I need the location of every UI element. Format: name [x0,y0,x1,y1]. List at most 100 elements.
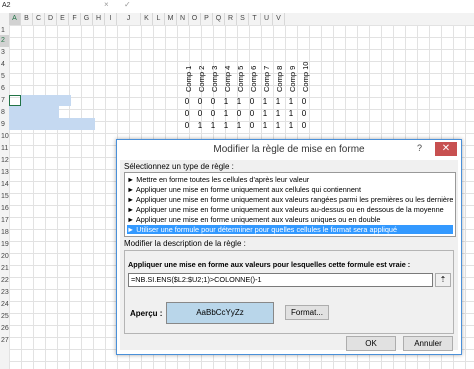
column-header-A[interactable]: A [9,13,21,25]
column-header-S[interactable]: S [237,13,249,25]
sheet-cell[interactable]: 1 [233,121,245,130]
sheet-cell[interactable]: 0 [194,97,206,106]
row-header-3[interactable]: 3 [0,47,9,59]
rule-type-item[interactable]: ► Utiliser une formule pour déterminer p… [127,225,453,234]
sheet-cell[interactable]: 0 [181,97,193,106]
comp-header-text: Comp 5 [236,65,245,92]
sheet-cell[interactable]: 1 [285,97,297,106]
sheet-cell[interactable]: 1 [259,109,271,118]
row-header-13[interactable]: 13 [0,167,9,179]
row-header-10[interactable]: 10 [0,131,9,143]
sheet-cell[interactable]: 0 [233,109,245,118]
preview-box: AaBbCcYyZz [166,302,274,324]
row-header-11[interactable]: 11 [0,143,9,155]
comp-header-2: Comp 2 [194,27,206,93]
sheet-cell[interactable]: 0 [207,109,219,118]
sheet-cell[interactable]: 0 [207,97,219,106]
row-header-14[interactable]: 14 [0,179,9,191]
formula-label: Appliquer une mise en forme aux valeurs … [128,260,411,269]
row-header-21[interactable]: 21 [0,263,9,275]
column-header-L[interactable]: L [153,13,165,25]
sheet-cell[interactable]: 0 [298,97,310,106]
sheet-cell[interactable]: 0 [298,121,310,130]
format-button[interactable]: Format... [285,305,329,320]
rule-type-list[interactable]: ► Mettre en forme toutes les cellules d'… [124,172,456,237]
active-cell[interactable] [9,95,21,106]
column-header-O[interactable]: O [189,13,201,25]
sheet-cell[interactable]: 1 [233,97,245,106]
row-header-17[interactable]: 17 [0,215,9,227]
row-header-15[interactable]: 15 [0,191,9,203]
rule-type-item[interactable]: ► Appliquer une mise en forme uniquement… [127,215,453,224]
column-header-R[interactable]: R [225,13,237,25]
row-header-6[interactable]: 6 [0,83,9,95]
sheet-cell[interactable]: 1 [285,121,297,130]
sheet-cell[interactable]: 1 [220,109,232,118]
row-header-22[interactable]: 22 [0,275,9,287]
row-header-18[interactable]: 18 [0,227,9,239]
sheet-cell[interactable]: 1 [207,121,219,130]
row-header-19[interactable]: 19 [0,239,9,251]
column-header-B[interactable]: B [21,13,33,25]
row-header-23[interactable]: 23 [0,287,9,299]
confirm-entry-icon[interactable]: ✓ [124,0,131,9]
column-header-U[interactable]: U [261,13,273,25]
column-header-K[interactable]: K [141,13,153,25]
row-header-5[interactable]: 5 [0,71,9,83]
sheet-cell[interactable]: 1 [272,109,284,118]
row-header-24[interactable]: 24 [0,299,9,311]
row-header-20[interactable]: 20 [0,251,9,263]
row-header-25[interactable]: 25 [0,311,9,323]
sheet-cell[interactable]: 1 [220,121,232,130]
column-header-E[interactable]: E [57,13,69,25]
cancel-button[interactable]: Annuler [403,336,453,351]
column-header-P[interactable]: P [201,13,213,25]
column-header-H[interactable]: H [93,13,105,25]
row-header-12[interactable]: 12 [0,155,9,167]
cancel-entry-icon[interactable]: × [104,0,109,9]
sheet-cell[interactable]: 0 [194,109,206,118]
column-header-C[interactable]: C [33,13,45,25]
sheet-cell[interactable]: 1 [259,97,271,106]
sheet-cell[interactable]: 1 [272,121,284,130]
sheet-cell[interactable]: 1 [272,97,284,106]
column-header-Q[interactable]: Q [213,13,225,25]
row-header-4[interactable]: 4 [0,59,9,71]
formula-input[interactable]: =NB.SI.ENS($L2:$U2;1)>COLONNE()-1 [128,273,433,287]
rule-type-item[interactable]: ► Appliquer une mise en forme uniquement… [127,185,453,194]
row-header-7[interactable]: 7 [0,95,9,107]
help-button[interactable]: ? [417,143,422,153]
column-header-M[interactable]: M [165,13,177,25]
sheet-cell[interactable]: 1 [220,97,232,106]
column-header-N[interactable]: N [177,13,189,25]
ok-button[interactable]: OK [346,336,396,351]
sheet-cell[interactable]: 0 [181,109,193,118]
column-header-J[interactable]: J [117,13,141,25]
column-header-I[interactable]: I [105,13,117,25]
sheet-cell[interactable]: 0 [181,121,193,130]
row-header-27[interactable]: 27 [0,335,9,347]
close-button[interactable]: ✕ [435,142,457,156]
column-header-D[interactable]: D [45,13,57,25]
name-box[interactable]: A2 [0,1,64,11]
row-header-9[interactable]: 9 [0,119,9,131]
row-header-8[interactable]: 8 [0,107,9,119]
row-header-2[interactable]: 2 [0,35,9,47]
column-header-F[interactable]: F [69,13,81,25]
rule-type-item[interactable]: ► Appliquer une mise en forme uniquement… [127,195,453,204]
sheet-cell[interactable]: 0 [246,97,258,106]
row-header-26[interactable]: 26 [0,323,9,335]
sheet-cell[interactable]: 1 [285,109,297,118]
sheet-cell[interactable]: 0 [246,109,258,118]
column-header-G[interactable]: G [81,13,93,25]
column-header-V[interactable]: V [273,13,285,25]
sheet-cell[interactable]: 1 [259,121,271,130]
sheet-cell[interactable]: 0 [246,121,258,130]
rule-type-item[interactable]: ► Mettre en forme toutes les cellules d'… [127,175,453,184]
column-header-T[interactable]: T [249,13,261,25]
sheet-cell[interactable]: 1 [194,121,206,130]
collapse-dialog-icon[interactable]: ⇡ [435,273,451,287]
row-header-16[interactable]: 16 [0,203,9,215]
sheet-cell[interactable]: 0 [298,109,310,118]
rule-type-item[interactable]: ► Appliquer une mise en forme uniquement… [127,205,453,214]
